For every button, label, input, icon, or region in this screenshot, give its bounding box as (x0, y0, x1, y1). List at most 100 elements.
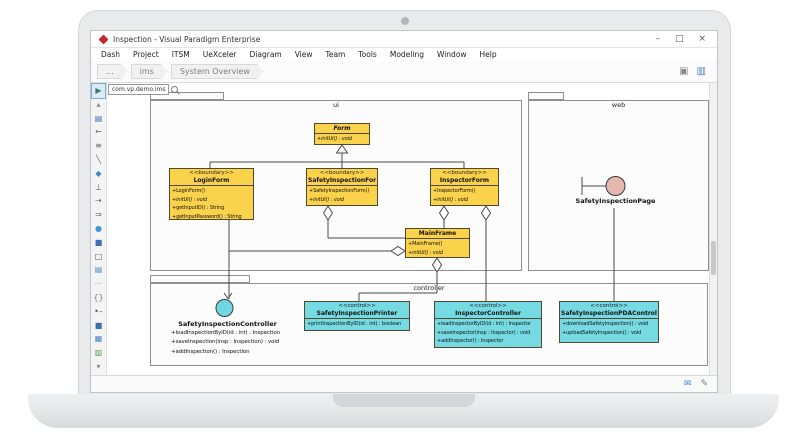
control-operations-list: +loadInspectionByID(id : int) : Inspecti… (171, 329, 280, 357)
laptop-base (28, 394, 779, 428)
breadcrumb-item-root[interactable]: ... (97, 64, 128, 79)
maximize-button[interactable]: □ (675, 34, 684, 44)
operation-label: +getInputPassword() : String (172, 213, 251, 222)
title-bar: Inspection - Visual Paradigm Enterprise … (91, 31, 717, 48)
menu-item-tools[interactable]: Tools (358, 50, 376, 59)
cursor-tool-icon[interactable]: ▶ (92, 84, 105, 98)
class-header-safety-inspection-form: <<boundary>>SafetyInspectionForm (307, 169, 377, 186)
menu-item-window[interactable]: Window (437, 50, 467, 59)
vertical-scrollbar[interactable] (709, 83, 717, 375)
stereotype-label: <<boundary>> (171, 170, 252, 177)
window-title: Inspection - Visual Paradigm Enterprise (113, 35, 260, 44)
chart-tool-icon[interactable]: ▦ (92, 332, 105, 346)
compose-note-icon[interactable]: ✎ (700, 379, 708, 389)
menu-item-dash[interactable]: Dash (101, 50, 120, 59)
close-button[interactable]: × (698, 34, 706, 44)
control-label-safetyinspectioncontroller: SafetyInspectionController (160, 320, 295, 328)
operation-label: +getInputID() : String (172, 204, 251, 213)
boundary-circle[interactable] (606, 177, 625, 196)
usecase-tool-icon[interactable]: ● (92, 222, 105, 236)
separator-icon[interactable]: ⋯ (92, 277, 105, 291)
class-inspector-controller[interactable]: <<control>>InspectorController+loadInspe… (434, 301, 542, 348)
anchor-tool-icon[interactable]: ⊥ (92, 181, 105, 195)
menu-item-view[interactable]: View (295, 50, 313, 59)
menu-item-team[interactable]: Team (326, 50, 346, 59)
class-header-inspector-form: <<boundary>>InspectorForm (431, 169, 498, 186)
class-login-form[interactable]: <<boundary>>LoginForm+LoginForm()+initUI… (169, 168, 254, 220)
class-operations: +InspectorForm()+initUI() : void (431, 186, 498, 206)
app-window: Inspection - Visual Paradigm Enterprise … (90, 30, 718, 393)
class-name-login-form: LoginForm (171, 177, 252, 185)
scroll-up-icon[interactable]: ▴ (92, 98, 105, 112)
operation-label: +uploadSafetyInspection() : void (562, 329, 656, 338)
operation-label: +addInspector() : Inspector (437, 337, 539, 346)
note-tool-icon[interactable]: ▤ (92, 263, 105, 277)
class-operations: +LoginForm()+initUI() : void+getInputID(… (170, 186, 253, 223)
package-tool-icon[interactable]: ■ (92, 236, 105, 250)
class-operations: +initUI() : void (315, 134, 369, 145)
class-tool-icon[interactable]: ▤ (92, 112, 105, 126)
scroll-down-icon[interactable]: ▾ (92, 360, 105, 374)
braces-tool-icon[interactable]: {} (92, 291, 105, 305)
breadcrumb-item-ims[interactable]: ims (131, 64, 168, 79)
diagram-model-tab[interactable]: com.vp.demo.ims (108, 84, 169, 95)
operation-label: +addInspection() : Inspection (171, 348, 280, 357)
class-operations: +printInspectionByID(id : int) : boolean (305, 319, 409, 330)
window-controls: – □ × (655, 34, 711, 44)
menu-bar: Dash Project ITSM UeXceler Diagram View Team To… (91, 48, 717, 61)
menu-item-uexceler[interactable]: UeXceler (203, 50, 237, 59)
class-operations: +MainFrame()+initUI() : void (406, 239, 469, 259)
panel-view-icon[interactable]: ▥ (697, 66, 706, 78)
operation-label: +SafetyInspectionForm() (309, 187, 375, 196)
operation-label: +MainFrame() (408, 240, 467, 249)
realization-tool-icon[interactable]: ⇒ (92, 208, 105, 222)
operation-label: +saveInspection(insp : Inspection) : voi… (171, 338, 280, 347)
class-safety-inspection-form[interactable]: <<boundary>>SafetyInspectionForm+SafetyI… (306, 168, 378, 206)
operation-label: +loadInspectorByID(id : int) : Inspector (437, 320, 539, 329)
operation-label: +InspectorForm() (433, 187, 496, 196)
class-main-frame[interactable]: MainFrame+MainFrame()+initUI() : void (405, 228, 470, 258)
class-name-inspector-controller: InspectorController (436, 310, 540, 318)
breadcrumb-item-system-overview[interactable]: System Overview (171, 64, 264, 79)
menu-item-modeling[interactable]: Modeling (390, 50, 424, 59)
class-operations: +loadInspectorByID(id : int) : Inspector… (435, 319, 541, 347)
scrollbar-thumb[interactable] (711, 241, 716, 275)
menu-item-itsm[interactable]: ITSM (172, 50, 190, 59)
menu-item-help[interactable]: Help (480, 50, 497, 59)
fit-to-window-icon[interactable]: ▣ (679, 66, 688, 78)
align-tool-icon[interactable]: ≡ (92, 139, 105, 153)
stereotype-label: <<control>> (561, 303, 657, 310)
class-safety-inspection-pda-controller[interactable]: <<control>>SafetyInspectionPDAController… (559, 301, 659, 343)
class-form[interactable]: Form+initUI() : void (314, 123, 370, 145)
stereotype-label: <<control>> (306, 303, 408, 310)
operation-label: +initUI() : void (408, 249, 467, 258)
folder-tool-icon[interactable]: ■ (92, 319, 105, 333)
mail-icon[interactable]: ✉ (684, 379, 692, 389)
stereotype-label: <<boundary>> (432, 170, 497, 177)
diamond-tool-icon[interactable]: ◆ (92, 167, 105, 181)
table-tool-icon[interactable]: ▥ (92, 346, 105, 360)
control-circle[interactable] (216, 300, 233, 317)
diagram-canvas[interactable]: com.vp.demo.ims uiwebcontrollerForm+init… (107, 83, 717, 375)
link-end-tool-icon[interactable]: •– (92, 305, 105, 319)
class-header-login-form: <<boundary>>LoginForm (170, 169, 253, 186)
class-header-safety-inspection-pda-controller: <<control>>SafetyInspectionPDAController (560, 302, 658, 319)
status-bar: ✉✎ (91, 375, 717, 392)
menu-item-project[interactable]: Project (133, 50, 159, 59)
class-header-inspector-controller: <<control>>InspectorController (435, 302, 541, 319)
frame-tool-icon[interactable]: □ (92, 250, 105, 264)
menu-item-diagram[interactable]: Diagram (250, 50, 282, 59)
minimize-button[interactable]: – (655, 34, 660, 44)
class-inspector-form[interactable]: <<boundary>>InspectorForm+InspectorForm(… (430, 168, 499, 206)
dependency-tool-icon[interactable]: ← (92, 125, 105, 139)
search-icon[interactable] (171, 86, 178, 93)
class-name-form: Form (316, 125, 368, 133)
operation-label: +initUI() : void (172, 196, 251, 205)
stereotype-label: <<boundary>> (308, 170, 376, 177)
class-header-form: Form (315, 124, 369, 134)
class-header-safety-inspection-printer: <<control>>SafetyInspectionPrinter (305, 302, 409, 319)
association-tool-icon[interactable]: ╲ (92, 153, 105, 167)
dashed-arrow-tool-icon[interactable]: ⇢ (92, 194, 105, 208)
class-safety-inspection-printer[interactable]: <<control>>SafetyInspectionPrinter+print… (304, 301, 410, 331)
operation-label: +initUI() : void (309, 196, 375, 205)
